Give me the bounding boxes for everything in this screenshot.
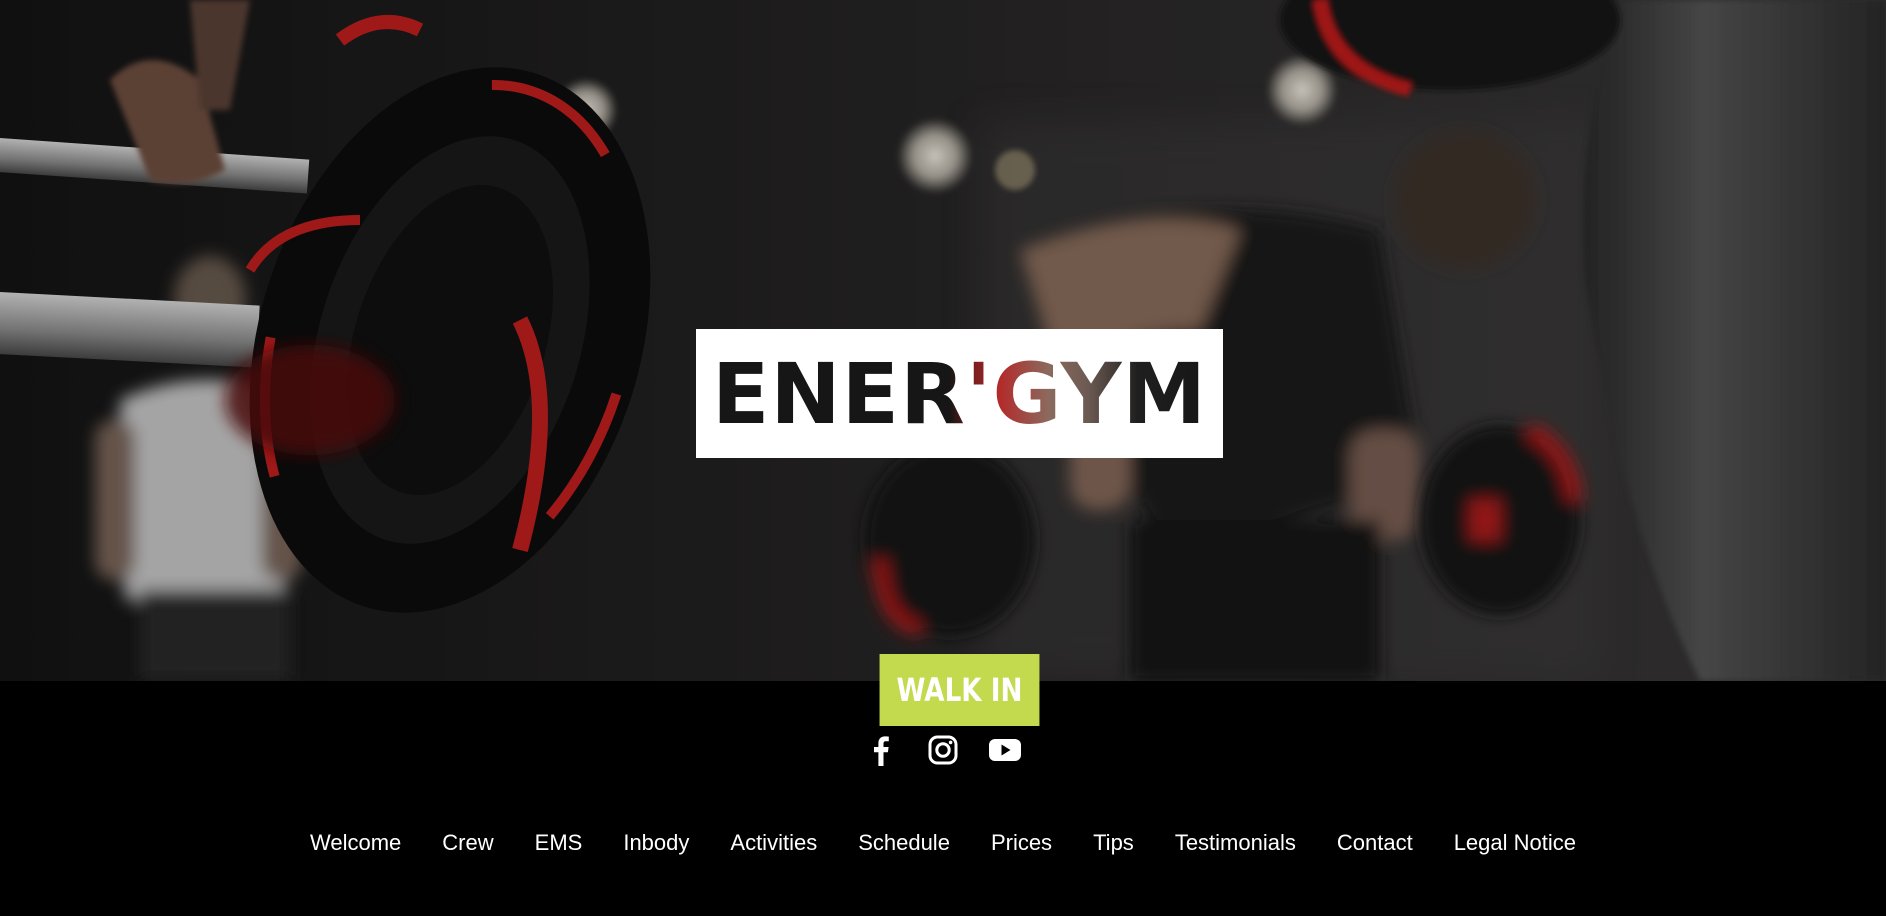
page: ENER'GYM WALK IN Welcome Crew EMS Inbody…	[0, 0, 1886, 916]
nav-item-activities[interactable]: Activities	[730, 826, 817, 860]
nav-item-welcome[interactable]: Welcome	[310, 826, 401, 860]
nav-item-contact[interactable]: Contact	[1337, 826, 1413, 860]
walk-in-button[interactable]: WALK IN	[879, 654, 1040, 726]
footer-nav: Welcome Crew EMS Inbody Activities Sched…	[0, 826, 1886, 860]
nav-item-testimonials[interactable]: Testimonials	[1175, 826, 1296, 860]
hero-section: ENER'GYM	[0, 0, 1886, 681]
youtube-icon[interactable]	[987, 732, 1023, 768]
instagram-icon[interactable]	[925, 732, 961, 768]
nav-item-prices[interactable]: Prices	[991, 826, 1052, 860]
nav-item-inbody[interactable]: Inbody	[623, 826, 689, 860]
facebook-icon[interactable]	[863, 732, 899, 768]
nav-item-crew[interactable]: Crew	[442, 826, 493, 860]
nav-item-legal-notice[interactable]: Legal Notice	[1454, 826, 1576, 860]
nav-item-schedule[interactable]: Schedule	[858, 826, 950, 860]
logo[interactable]: ENER'GYM	[696, 329, 1223, 458]
social-links	[0, 732, 1886, 768]
nav-item-tips[interactable]: Tips	[1093, 826, 1134, 860]
logo-text: ENER'GYM	[712, 344, 1207, 443]
nav-item-ems[interactable]: EMS	[535, 826, 583, 860]
